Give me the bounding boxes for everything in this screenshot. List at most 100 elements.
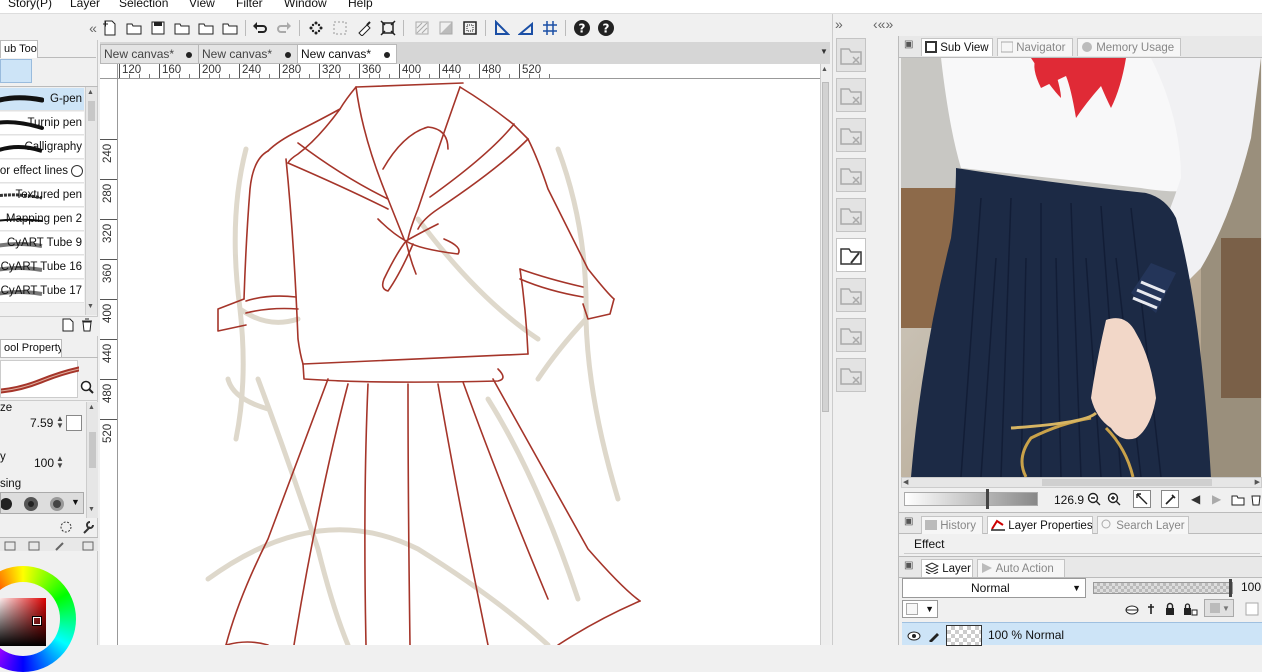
palette-button-7[interactable]: [836, 278, 866, 312]
color-history-icon[interactable]: [80, 538, 96, 554]
brush-item[interactable]: Textured pen: [0, 184, 84, 207]
clear-icon[interactable]: [354, 18, 374, 38]
fit-view-icon[interactable]: [1133, 490, 1151, 508]
layer-opacity-handle[interactable]: [1229, 579, 1232, 597]
blend-mode-select[interactable]: Normal ▼: [902, 578, 1086, 598]
delete-image-icon[interactable]: [1248, 491, 1262, 507]
opacity-spinner[interactable]: ▲ ▼: [56, 455, 64, 470]
tab-auto-action[interactable]: Auto Action: [977, 559, 1065, 577]
gradient-icon[interactable]: [436, 18, 456, 38]
folder-icon-2[interactable]: [196, 18, 216, 38]
palette-button-9[interactable]: [836, 358, 866, 392]
eyedropper-icon[interactable]: [1161, 490, 1179, 508]
layer-row[interactable]: 100 % Normal: [902, 622, 1262, 646]
sub-tool-tab[interactable]: ub Tool: [0, 40, 38, 58]
save-icon[interactable]: [148, 18, 168, 38]
size-preset-icon[interactable]: [66, 415, 82, 431]
special-ruler-icon[interactable]: [516, 18, 536, 38]
lock-transparency-icon[interactable]: [1182, 601, 1198, 617]
tab-history[interactable]: History: [921, 516, 983, 534]
brush-item[interactable]: Calligraphy: [0, 136, 84, 159]
select-all-icon[interactable]: [306, 18, 326, 38]
brush-item[interactable]: Turnip pen: [0, 112, 84, 135]
magnify-icon[interactable]: [71, 165, 83, 177]
layer-opacity-slider[interactable]: [1093, 582, 1233, 594]
mask-options-icon[interactable]: ▼: [1204, 599, 1234, 617]
pen-edit-icon[interactable]: [926, 628, 942, 644]
tool-property-tab[interactable]: ool Property: [0, 339, 62, 357]
brush-item[interactable]: CyART Tube 9: [0, 232, 84, 255]
eyedropper-tab-icon[interactable]: [52, 538, 68, 554]
collapse-right-icon[interactable]: ‹«»: [873, 16, 893, 32]
menu-help[interactable]: Help: [348, 0, 373, 10]
color-set-icon[interactable]: [26, 538, 42, 554]
color-picker-handle[interactable]: [32, 616, 42, 626]
tab-close-icon[interactable]: [186, 52, 192, 58]
drawing-canvas[interactable]: [118, 79, 820, 645]
property-scrollbar[interactable]: ▲ ▼: [86, 402, 98, 518]
trash-icon[interactable]: [79, 317, 95, 333]
import-image-icon[interactable]: [1230, 491, 1246, 507]
tab-new-canvas-3[interactable]: New canvas*: [297, 44, 397, 64]
reference-image[interactable]: [901, 58, 1261, 477]
palette-button-1[interactable]: [836, 38, 866, 72]
brush-item[interactable]: CyART Tube 17: [0, 280, 84, 303]
reference-layer-icon[interactable]: [1124, 601, 1140, 617]
tab-layer-properties[interactable]: Layer Properties: [987, 516, 1093, 534]
eye-icon[interactable]: [906, 628, 922, 644]
zoom-slider[interactable]: [904, 492, 1038, 506]
zoom-out-icon[interactable]: [1086, 491, 1102, 507]
brush-item[interactable]: Mapping pen 2: [0, 208, 84, 231]
panel-grip-icon[interactable]: ▣: [904, 560, 913, 571]
layer-color-select[interactable]: ▼: [902, 600, 938, 618]
palette-button-5[interactable]: [836, 198, 866, 232]
layer-thumbnail[interactable]: [946, 625, 982, 646]
brush-list-scrollbar[interactable]: ▲ ▼: [85, 87, 97, 315]
canvas-scrollbar[interactable]: ▲: [820, 64, 830, 645]
panel-grip-icon[interactable]: ▣: [904, 39, 913, 50]
undo-icon[interactable]: [250, 18, 270, 38]
size-value[interactable]: 7.59: [30, 416, 53, 430]
chevron-down-icon[interactable]: ▼: [71, 497, 80, 507]
next-image-icon[interactable]: ▶: [1212, 492, 1221, 506]
wrench-icon[interactable]: [80, 519, 96, 535]
tab-layer[interactable]: Layer: [921, 559, 973, 577]
folder-icon-3[interactable]: [220, 18, 240, 38]
lock-icon[interactable]: [1162, 601, 1178, 617]
palette-button-2[interactable]: [836, 78, 866, 112]
tab-list-icon[interactable]: ▼: [820, 47, 828, 56]
sub-tool-group-button[interactable]: [0, 59, 32, 83]
color-tab-icon[interactable]: [2, 538, 18, 554]
palette-button-4[interactable]: [836, 158, 866, 192]
tab-new-canvas-1[interactable]: New canvas*: [100, 44, 199, 64]
menu-view[interactable]: View: [189, 0, 215, 10]
tab-navigator[interactable]: Navigator: [997, 38, 1073, 56]
palette-button-3[interactable]: [836, 118, 866, 152]
zoom-slider-handle[interactable]: [986, 489, 989, 509]
tab-sub-view[interactable]: Sub View: [921, 38, 993, 56]
grid-snap-icon[interactable]: [540, 18, 560, 38]
new-subtool-icon[interactable]: [60, 317, 76, 333]
menu-layer[interactable]: Layer: [70, 0, 100, 10]
help-icon-2[interactable]: ?: [596, 18, 616, 38]
expand-icon[interactable]: »: [835, 16, 843, 32]
palette-button-8[interactable]: [836, 318, 866, 352]
frame-icon[interactable]: [460, 18, 480, 38]
tab-search-layer[interactable]: Search Layer: [1097, 516, 1189, 534]
layer-color-icon[interactable]: [1244, 601, 1260, 617]
menu-window[interactable]: Window: [284, 0, 327, 10]
zoom-in-icon[interactable]: [1106, 491, 1122, 507]
previous-image-icon[interactable]: ◀: [1191, 492, 1200, 506]
opacity-value[interactable]: 100: [34, 456, 54, 470]
tab-memory-usage[interactable]: Memory Usage: [1077, 38, 1181, 56]
new-file-icon[interactable]: [100, 18, 120, 38]
reference-hscrollbar[interactable]: ◀ ▶: [901, 477, 1262, 488]
clip-layer-icon[interactable]: [1143, 601, 1159, 617]
deselect-icon[interactable]: [330, 18, 350, 38]
ruler-snap-icon[interactable]: [492, 18, 512, 38]
help-icon[interactable]: ?: [572, 18, 592, 38]
brush-item[interactable]: CyART Tube 16: [0, 256, 84, 279]
redo-icon[interactable]: [274, 18, 294, 38]
menu-selection[interactable]: Selection: [119, 0, 168, 10]
collapse-left-icon[interactable]: «: [88, 18, 98, 38]
